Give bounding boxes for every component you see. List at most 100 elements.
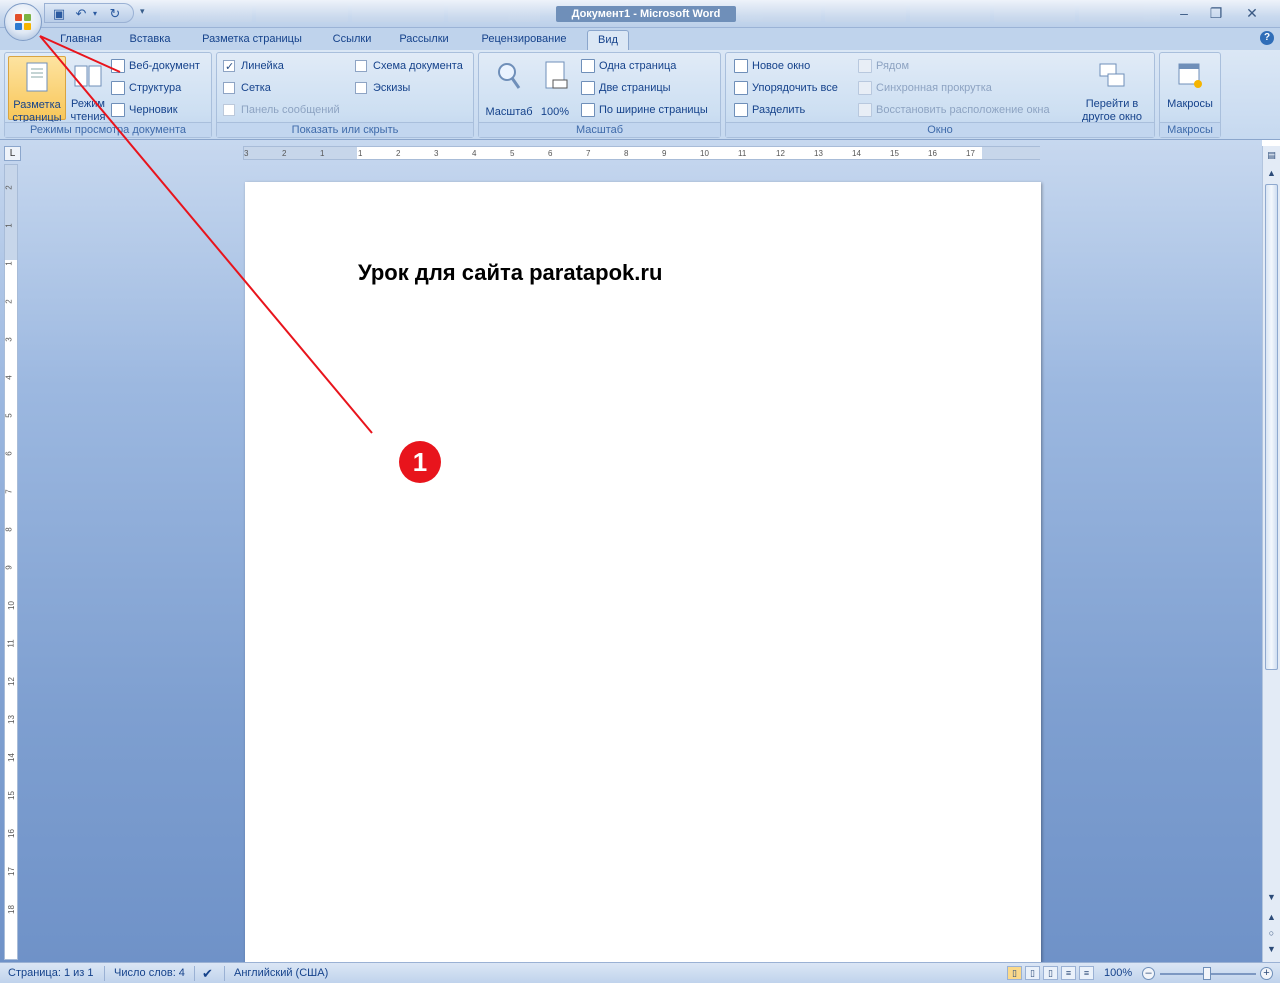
ribbon: Разметка страницы Режим чтения Веб-докум… <box>0 50 1280 140</box>
sync-scroll-button[interactable]: Синхронная прокрутка <box>858 79 992 97</box>
ruler-tick-label: 17 <box>966 149 975 158</box>
message-bar-checkbox[interactable]: Панель сообщений <box>223 101 340 119</box>
thumbnails-checkbox[interactable]: Эскизы <box>355 79 410 97</box>
tab-selector[interactable]: L <box>4 146 21 161</box>
reset-window-icon <box>858 103 872 117</box>
ruler-tick-label: 8 <box>624 149 629 158</box>
ruler-tick-label: 10 <box>700 149 709 158</box>
tab-references[interactable]: Ссылки <box>322 30 382 50</box>
document-page[interactable]: Урок для сайта paratapok.ru <box>245 182 1041 964</box>
full-reading-button[interactable]: Режим чтения <box>67 56 109 123</box>
tab-home[interactable]: Главная <box>52 30 110 50</box>
document-text[interactable]: Урок для сайта paratapok.ru <box>358 260 662 286</box>
status-page[interactable]: Страница: 1 из 1 <box>8 966 94 981</box>
draft-view-icon[interactable]: ≡ <box>1079 966 1094 980</box>
checkbox-icon <box>355 82 367 94</box>
page-width-label: По ширине страницы <box>599 104 708 116</box>
status-words[interactable]: Число слов: 4 <box>114 966 185 981</box>
title-bar: ▣ ↶ ▾ ↻ ▾ Документ1 - Microsoft Word – ❐… <box>0 0 1280 28</box>
horizontal-ruler[interactable]: 3 2 1 1 2 3 4 5 6 7 8 9 10 11 12 13 14 15 16 17 <box>243 146 1040 160</box>
view-ruler-icon[interactable]: ▤ <box>1264 148 1279 162</box>
message-bar-label: Панель сообщений <box>241 104 340 116</box>
print-layout-view-icon[interactable]: ▯ <box>1007 966 1022 980</box>
customize-qat-icon[interactable]: ▾ <box>140 6 145 17</box>
zoom-level[interactable]: 100% <box>1104 966 1132 981</box>
doc-map-checkbox[interactable]: Схема документа <box>355 57 463 75</box>
reading-view-icon[interactable]: ▯ <box>1025 966 1040 980</box>
side-by-side-icon <box>858 59 872 73</box>
checkbox-icon <box>223 82 235 94</box>
macros-button[interactable]: Макросы <box>1162 56 1218 120</box>
group-show-hide: Линейка Сетка Панель сообщений Схема док… <box>216 52 474 138</box>
scroll-down-icon[interactable]: ▼ <box>1264 890 1279 904</box>
outline-view-icon[interactable]: ≡ <box>1061 966 1076 980</box>
ruler-tick-label: 3 <box>4 337 14 342</box>
grid-checkbox[interactable]: Сетка <box>223 79 271 97</box>
minimize-button[interactable]: – <box>1173 4 1195 22</box>
ruler-tick-label: 5 <box>4 413 14 418</box>
ruler-checkbox[interactable]: Линейка <box>223 57 284 76</box>
save-icon[interactable]: ▣ <box>51 6 67 22</box>
scroll-up-icon[interactable]: ▲ <box>1264 166 1279 180</box>
arrange-all-button[interactable]: Упорядочить все <box>734 79 838 97</box>
vertical-scrollbar[interactable]: ▤ ▲ ▼ ▲ ○ ▼ <box>1262 146 1280 962</box>
background-taskbar-right <box>740 4 1160 22</box>
group-label-show-hide: Показать или скрыть <box>217 122 473 137</box>
new-window-button[interactable]: Новое окно <box>734 57 810 75</box>
draft-button[interactable]: Черновик <box>111 101 178 119</box>
help-icon[interactable]: ? <box>1260 31 1274 45</box>
background-taskbar <box>160 4 540 22</box>
web-view-icon[interactable]: ▯ <box>1043 966 1058 980</box>
redo-icon[interactable]: ↻ <box>107 6 123 22</box>
tab-mailings[interactable]: Рассылки <box>390 30 458 50</box>
ruler-tick-label: 2 <box>282 149 287 158</box>
ruler-tick-label: 1 <box>358 149 363 158</box>
print-layout-button[interactable]: Разметка страницы <box>8 56 66 124</box>
close-button[interactable]: ✕ <box>1241 4 1263 22</box>
office-button[interactable] <box>4 3 42 41</box>
tab-view[interactable]: Вид <box>587 30 629 50</box>
web-icon <box>111 59 125 73</box>
undo-dropdown-icon[interactable]: ▾ <box>87 6 103 22</box>
tab-review[interactable]: Рецензирование <box>468 30 580 50</box>
ribbon-tabs: Главная Вставка Разметка страницы Ссылки… <box>0 28 1280 50</box>
side-by-side-button[interactable]: Рядом <box>858 57 909 75</box>
checkbox-icon <box>355 60 367 72</box>
zoom-in-icon[interactable]: + <box>1260 967 1273 980</box>
split-button[interactable]: Разделить <box>734 101 805 119</box>
status-separator <box>224 966 225 981</box>
page-width-button[interactable]: По ширине страницы <box>581 101 708 119</box>
ruler-tick-label: 12 <box>6 677 16 686</box>
zoom-100-button[interactable]: 100% <box>537 56 573 120</box>
group-label-macros: Макросы <box>1160 122 1220 137</box>
spellcheck-icon[interactable]: ✔ <box>202 966 213 981</box>
ruler-tick-label: 7 <box>586 149 591 158</box>
outline-button[interactable]: Структура <box>111 79 181 97</box>
tab-page-layout[interactable]: Разметка страницы <box>190 30 314 50</box>
ruler-tick-label: 3 <box>244 149 249 158</box>
ruler-label: Линейка <box>241 60 284 72</box>
two-pages-button[interactable]: Две страницы <box>581 79 671 97</box>
next-page-icon[interactable]: ▼ <box>1264 942 1279 956</box>
restore-button[interactable]: ❐ <box>1205 4 1227 22</box>
split-icon <box>734 103 748 117</box>
browse-object-icon[interactable]: ○ <box>1264 926 1279 940</box>
tab-insert[interactable]: Вставка <box>120 30 180 50</box>
web-layout-button[interactable]: Веб-документ <box>111 57 200 75</box>
status-language[interactable]: Английский (США) <box>234 966 328 981</box>
zoom-slider-thumb[interactable] <box>1203 967 1211 980</box>
zoom-out-icon[interactable]: – <box>1142 967 1155 980</box>
switch-windows-icon <box>1099 63 1125 87</box>
ruler-tick-label: 15 <box>6 791 16 800</box>
one-page-button[interactable]: Одна страница <box>581 57 676 75</box>
switch-windows-button[interactable]: Перейти в другое окно <box>1072 56 1152 123</box>
ruler-tick-label: 15 <box>890 149 899 158</box>
scrollbar-thumb[interactable] <box>1265 184 1278 670</box>
annotation-badge: 1 <box>399 441 441 483</box>
previous-page-icon[interactable]: ▲ <box>1264 910 1279 924</box>
ruler-tick-label: 1 <box>320 149 325 158</box>
vertical-ruler[interactable]: 2 1 1 2 3 4 5 6 7 8 9 10 11 12 13 14 15 16 17 18 <box>4 164 18 960</box>
zoom-button[interactable]: Масштаб <box>481 56 537 120</box>
reset-window-button[interactable]: Восстановить расположение окна <box>858 101 1050 119</box>
ruler-tick-label: 14 <box>6 753 16 762</box>
